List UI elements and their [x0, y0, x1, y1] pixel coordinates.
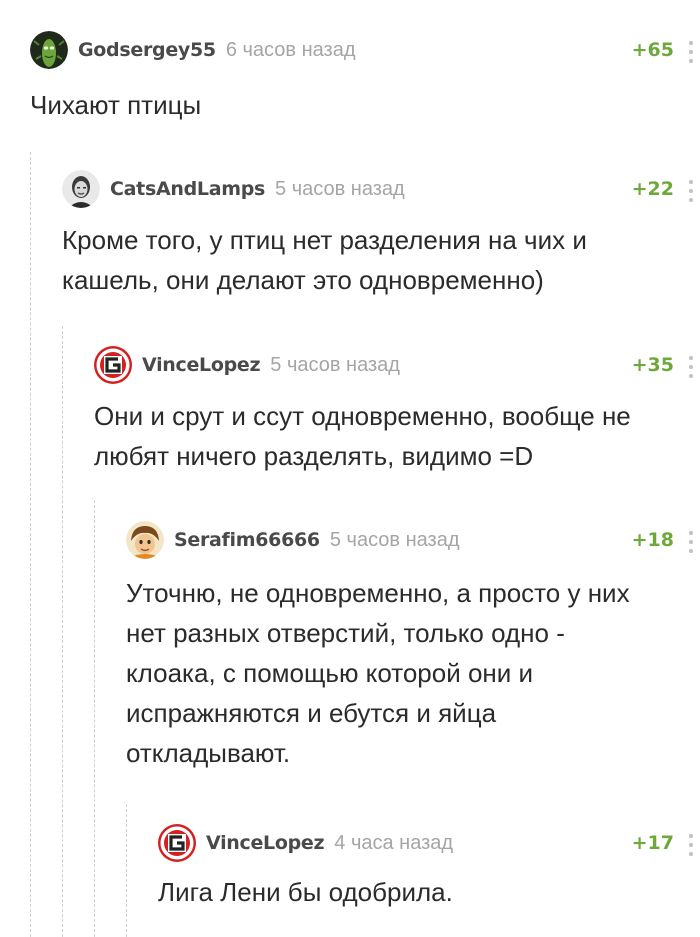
comment-text: Они и срут и ссут одновременно, вообще н…: [94, 401, 631, 471]
comment-header: Serafim66666 5 часов назад +18: [126, 521, 700, 561]
comment: Godsergey55 6 часов назад +65 Чихают птиц…: [30, 31, 700, 125]
comment-timestamp[interactable]: 6 часов назад: [226, 39, 356, 61]
portrait-avatar-icon: [62, 170, 100, 208]
comment-rating: +35: [631, 354, 674, 376]
pickle-rick-avatar-icon: [30, 31, 68, 69]
comment: CatsAndLamps 5 часов назад +22 Кроме того…: [62, 170, 700, 300]
comment-text: Лига Лени бы одобрила.: [158, 877, 453, 907]
g-logo-avatar-icon: [94, 346, 132, 384]
comment-rating: +65: [631, 39, 674, 61]
thread-line: [62, 326, 63, 937]
g-logo-avatar-icon: [158, 824, 196, 862]
comment-header: VinceLopez 5 часов назад +35: [94, 346, 700, 386]
comment-author[interactable]: VinceLopez 5 часов назад: [142, 354, 400, 377]
username[interactable]: CatsAndLamps: [110, 178, 265, 200]
username[interactable]: Godsergey55: [78, 39, 216, 61]
more-options-icon[interactable]: [688, 531, 694, 553]
more-options-icon[interactable]: [688, 180, 694, 202]
cartoon-character-avatar-icon: [126, 521, 164, 559]
thread-line: [30, 152, 31, 937]
username[interactable]: Serafim66666: [174, 529, 320, 551]
comment-timestamp[interactable]: 5 часов назад: [330, 529, 460, 551]
more-options-icon[interactable]: [688, 41, 694, 63]
username[interactable]: VinceLopez: [142, 354, 261, 376]
comment: Serafim66666 5 часов назад +18 Уточню, не…: [126, 521, 700, 773]
comment-rating: +18: [631, 529, 674, 551]
more-options-icon[interactable]: [688, 356, 694, 378]
thread-line: [94, 500, 95, 937]
comment-timestamp[interactable]: 5 часов назад: [270, 354, 400, 376]
comment-text: Чихают птицы: [30, 90, 202, 120]
comment-header: Godsergey55 6 часов назад +65: [30, 31, 700, 71]
comment-author[interactable]: VinceLopez 4 часа назад: [206, 832, 453, 855]
comment-author[interactable]: Godsergey55 6 часов назад: [78, 39, 356, 62]
avatar[interactable]: [126, 521, 164, 559]
avatar[interactable]: [94, 346, 132, 384]
comment-text: Уточню, не одновременно, а просто у них …: [126, 578, 630, 768]
comment-author[interactable]: CatsAndLamps 5 часов назад: [110, 178, 405, 201]
comment-rating: +22: [631, 178, 674, 200]
comment: VinceLopez 4 часа назад +17 Лига Лени бы …: [158, 824, 700, 912]
comment-timestamp[interactable]: 4 часа назад: [334, 832, 453, 854]
comment-header: VinceLopez 4 часа назад +17: [158, 824, 700, 864]
comment-timestamp[interactable]: 5 часов назад: [275, 178, 405, 200]
comment-text: Кроме того, у птиц нет разделения на чих…: [62, 225, 587, 295]
avatar[interactable]: [30, 31, 68, 69]
comment-rating: +17: [631, 832, 674, 854]
avatar[interactable]: [158, 824, 196, 862]
comment: VinceLopez 5 часов назад +35 Они и срут и…: [94, 346, 700, 476]
comment-author[interactable]: Serafim66666 5 часов назад: [174, 529, 460, 552]
thread-line: [126, 804, 127, 937]
avatar[interactable]: [62, 170, 100, 208]
comment-header: CatsAndLamps 5 часов назад +22: [62, 170, 700, 210]
more-options-icon[interactable]: [688, 834, 694, 856]
username[interactable]: VinceLopez: [206, 832, 325, 854]
